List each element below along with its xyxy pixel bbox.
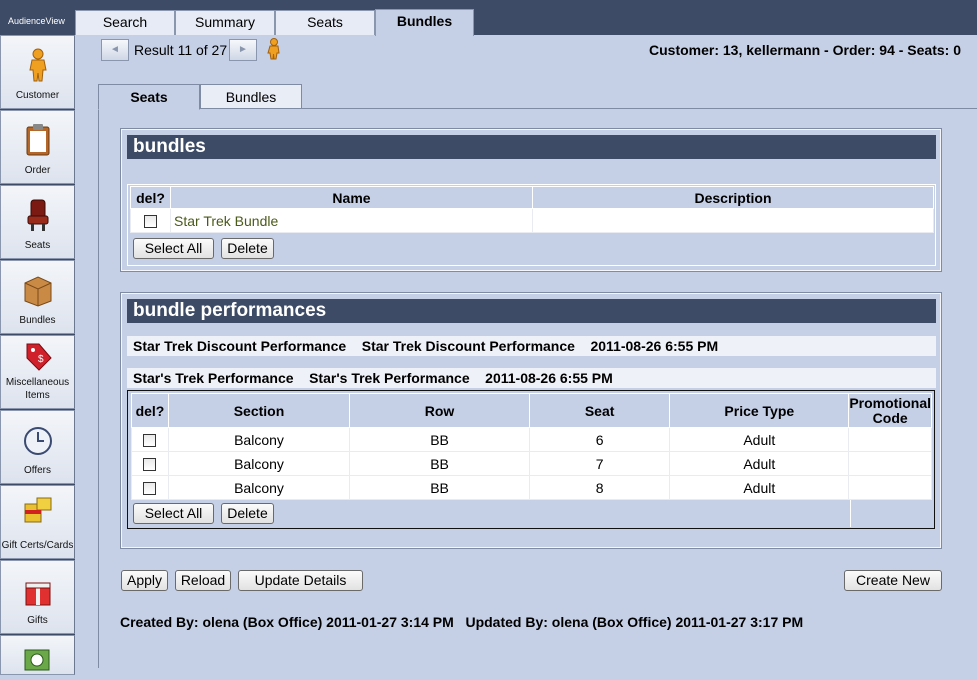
- person-icon: [29, 48, 47, 82]
- sidebar-item-label: Bundles: [19, 315, 56, 326]
- sidebar-item-gifts[interactable]: Gifts: [0, 560, 75, 634]
- cell-section: Balcony: [167, 427, 351, 452]
- delete-checkbox[interactable]: [143, 458, 157, 472]
- previous-result-button[interactable]: ◄: [101, 39, 129, 61]
- bundle-description: [532, 208, 934, 233]
- delete-checkbox[interactable]: [143, 482, 157, 496]
- cell-promo: [848, 475, 932, 500]
- clipboard-icon: [26, 124, 50, 156]
- table-row: Balcony BB 7 Adult: [131, 451, 932, 476]
- svg-text:$: $: [38, 354, 44, 365]
- sidebar-item-label: Offers: [23, 465, 52, 476]
- sidebar-item-label: Customer: [15, 90, 60, 101]
- clock-icon: [24, 427, 52, 455]
- cell-section: Balcony: [167, 451, 351, 476]
- cell-price-type: Adult: [669, 451, 850, 476]
- create-new-button[interactable]: Create New: [844, 570, 942, 591]
- cell-seat: 6: [529, 427, 671, 452]
- performances-delete-button[interactable]: Delete: [221, 503, 274, 524]
- column-header-promotional-code[interactable]: Promotional Code: [848, 393, 932, 428]
- tab-summary[interactable]: Summary: [175, 10, 275, 35]
- sidebar-item-label: Gift Certs/Cards: [1, 540, 74, 551]
- cell-row: BB: [349, 475, 531, 500]
- column-header-name[interactable]: Name: [170, 186, 533, 209]
- bundle-performances-title: bundle performances: [127, 299, 936, 323]
- column-header-del: del?: [131, 393, 169, 428]
- money-icon: [24, 649, 50, 671]
- customer-person-icon[interactable]: [266, 38, 282, 60]
- cell-promo: [848, 427, 932, 452]
- tab-search[interactable]: Search: [75, 10, 175, 35]
- table-row: Balcony BB 6 Adult: [131, 427, 932, 452]
- sidebar: Customer Order Seats Bundles $ Miscellan…: [0, 35, 75, 675]
- sidebar-item-seats[interactable]: Seats: [0, 185, 75, 259]
- sidebar-item-bundles[interactable]: Bundles: [0, 260, 75, 334]
- price-tag-icon: $: [26, 343, 52, 371]
- update-details-button[interactable]: Update Details: [238, 570, 363, 591]
- delete-checkbox[interactable]: [143, 434, 157, 448]
- performance-line: Star's Trek Performance Star's Trek Perf…: [127, 368, 936, 388]
- apply-button[interactable]: Apply: [121, 570, 168, 591]
- bundle-name-link[interactable]: Star Trek Bundle: [174, 213, 278, 229]
- cell-promo: [848, 451, 932, 476]
- bundles-table: del? Name Description Star Trek Bundle: [130, 186, 934, 233]
- cell-seat: 8: [529, 475, 671, 500]
- next-result-button[interactable]: ►: [229, 39, 257, 61]
- promo-header-line2: Code: [872, 409, 908, 426]
- cell-price-type: Adult: [669, 475, 850, 500]
- performance-line: Star Trek Discount Performance Star Trek…: [127, 336, 936, 356]
- sidebar-item-customer[interactable]: Customer: [0, 35, 75, 109]
- column-header-section[interactable]: Section: [167, 393, 351, 428]
- sidebar-item-label: Order: [24, 165, 51, 176]
- sidebar-item-label: Seats: [24, 240, 51, 251]
- sidebar-item-miscellaneous[interactable]: $ Miscellaneous Items: [0, 335, 75, 409]
- bundles-title: bundles: [127, 135, 936, 159]
- gift-card-icon: [24, 497, 52, 523]
- cell-price-type: Adult: [669, 427, 850, 452]
- sidebar-item-label: Miscellaneous Items: [5, 377, 70, 401]
- reload-button[interactable]: Reload: [175, 570, 231, 591]
- bundles-select-all-button[interactable]: Select All: [133, 238, 214, 259]
- box-icon: [24, 276, 52, 307]
- tab-bundles[interactable]: Bundles: [375, 9, 474, 36]
- delete-checkbox[interactable]: [144, 215, 157, 229]
- performances-select-all-button[interactable]: Select All: [133, 503, 214, 524]
- column-header-row[interactable]: Row: [349, 393, 531, 428]
- divider: [850, 500, 851, 527]
- bundles-delete-button[interactable]: Delete: [221, 238, 274, 259]
- table-row: Star Trek Bundle: [130, 208, 934, 233]
- cell-section: Balcony: [167, 475, 351, 500]
- promo-header-line1: Promotional: [849, 394, 931, 411]
- gift-icon: [25, 582, 51, 606]
- seat-icon: [27, 199, 49, 231]
- cell-row: BB: [349, 451, 531, 476]
- bundle-seats-table: del? Section Row Seat Price Type Promoti…: [131, 393, 932, 500]
- cell-seat: 7: [529, 451, 671, 476]
- app-logo: AudienceView: [8, 16, 65, 26]
- result-counter: Result 11 of 27: [134, 42, 228, 58]
- sidebar-item-offers[interactable]: Offers: [0, 410, 75, 484]
- tab-seats[interactable]: Seats: [275, 10, 375, 35]
- sidebar-item-order[interactable]: Order: [0, 110, 75, 184]
- column-header-del: del?: [130, 186, 171, 209]
- column-header-price-type[interactable]: Price Type: [669, 393, 850, 428]
- subtab-seats[interactable]: Seats: [98, 84, 200, 110]
- subtab-bundles[interactable]: Bundles: [200, 84, 302, 108]
- table-row: Balcony BB 8 Adult: [131, 475, 932, 500]
- column-header-description[interactable]: Description: [532, 186, 934, 209]
- cell-row: BB: [349, 427, 531, 452]
- sidebar-item-label: Gifts: [27, 615, 48, 626]
- order-summary-info: Customer: 13, kellermann - Order: 94 - S…: [649, 42, 961, 58]
- sidebar-item-more[interactable]: [0, 635, 75, 675]
- column-header-seat[interactable]: Seat: [529, 393, 671, 428]
- audit-info: Created By: olena (Box Office) 2011-01-2…: [120, 614, 804, 630]
- sidebar-item-gift-certs[interactable]: Gift Certs/Cards: [0, 485, 75, 559]
